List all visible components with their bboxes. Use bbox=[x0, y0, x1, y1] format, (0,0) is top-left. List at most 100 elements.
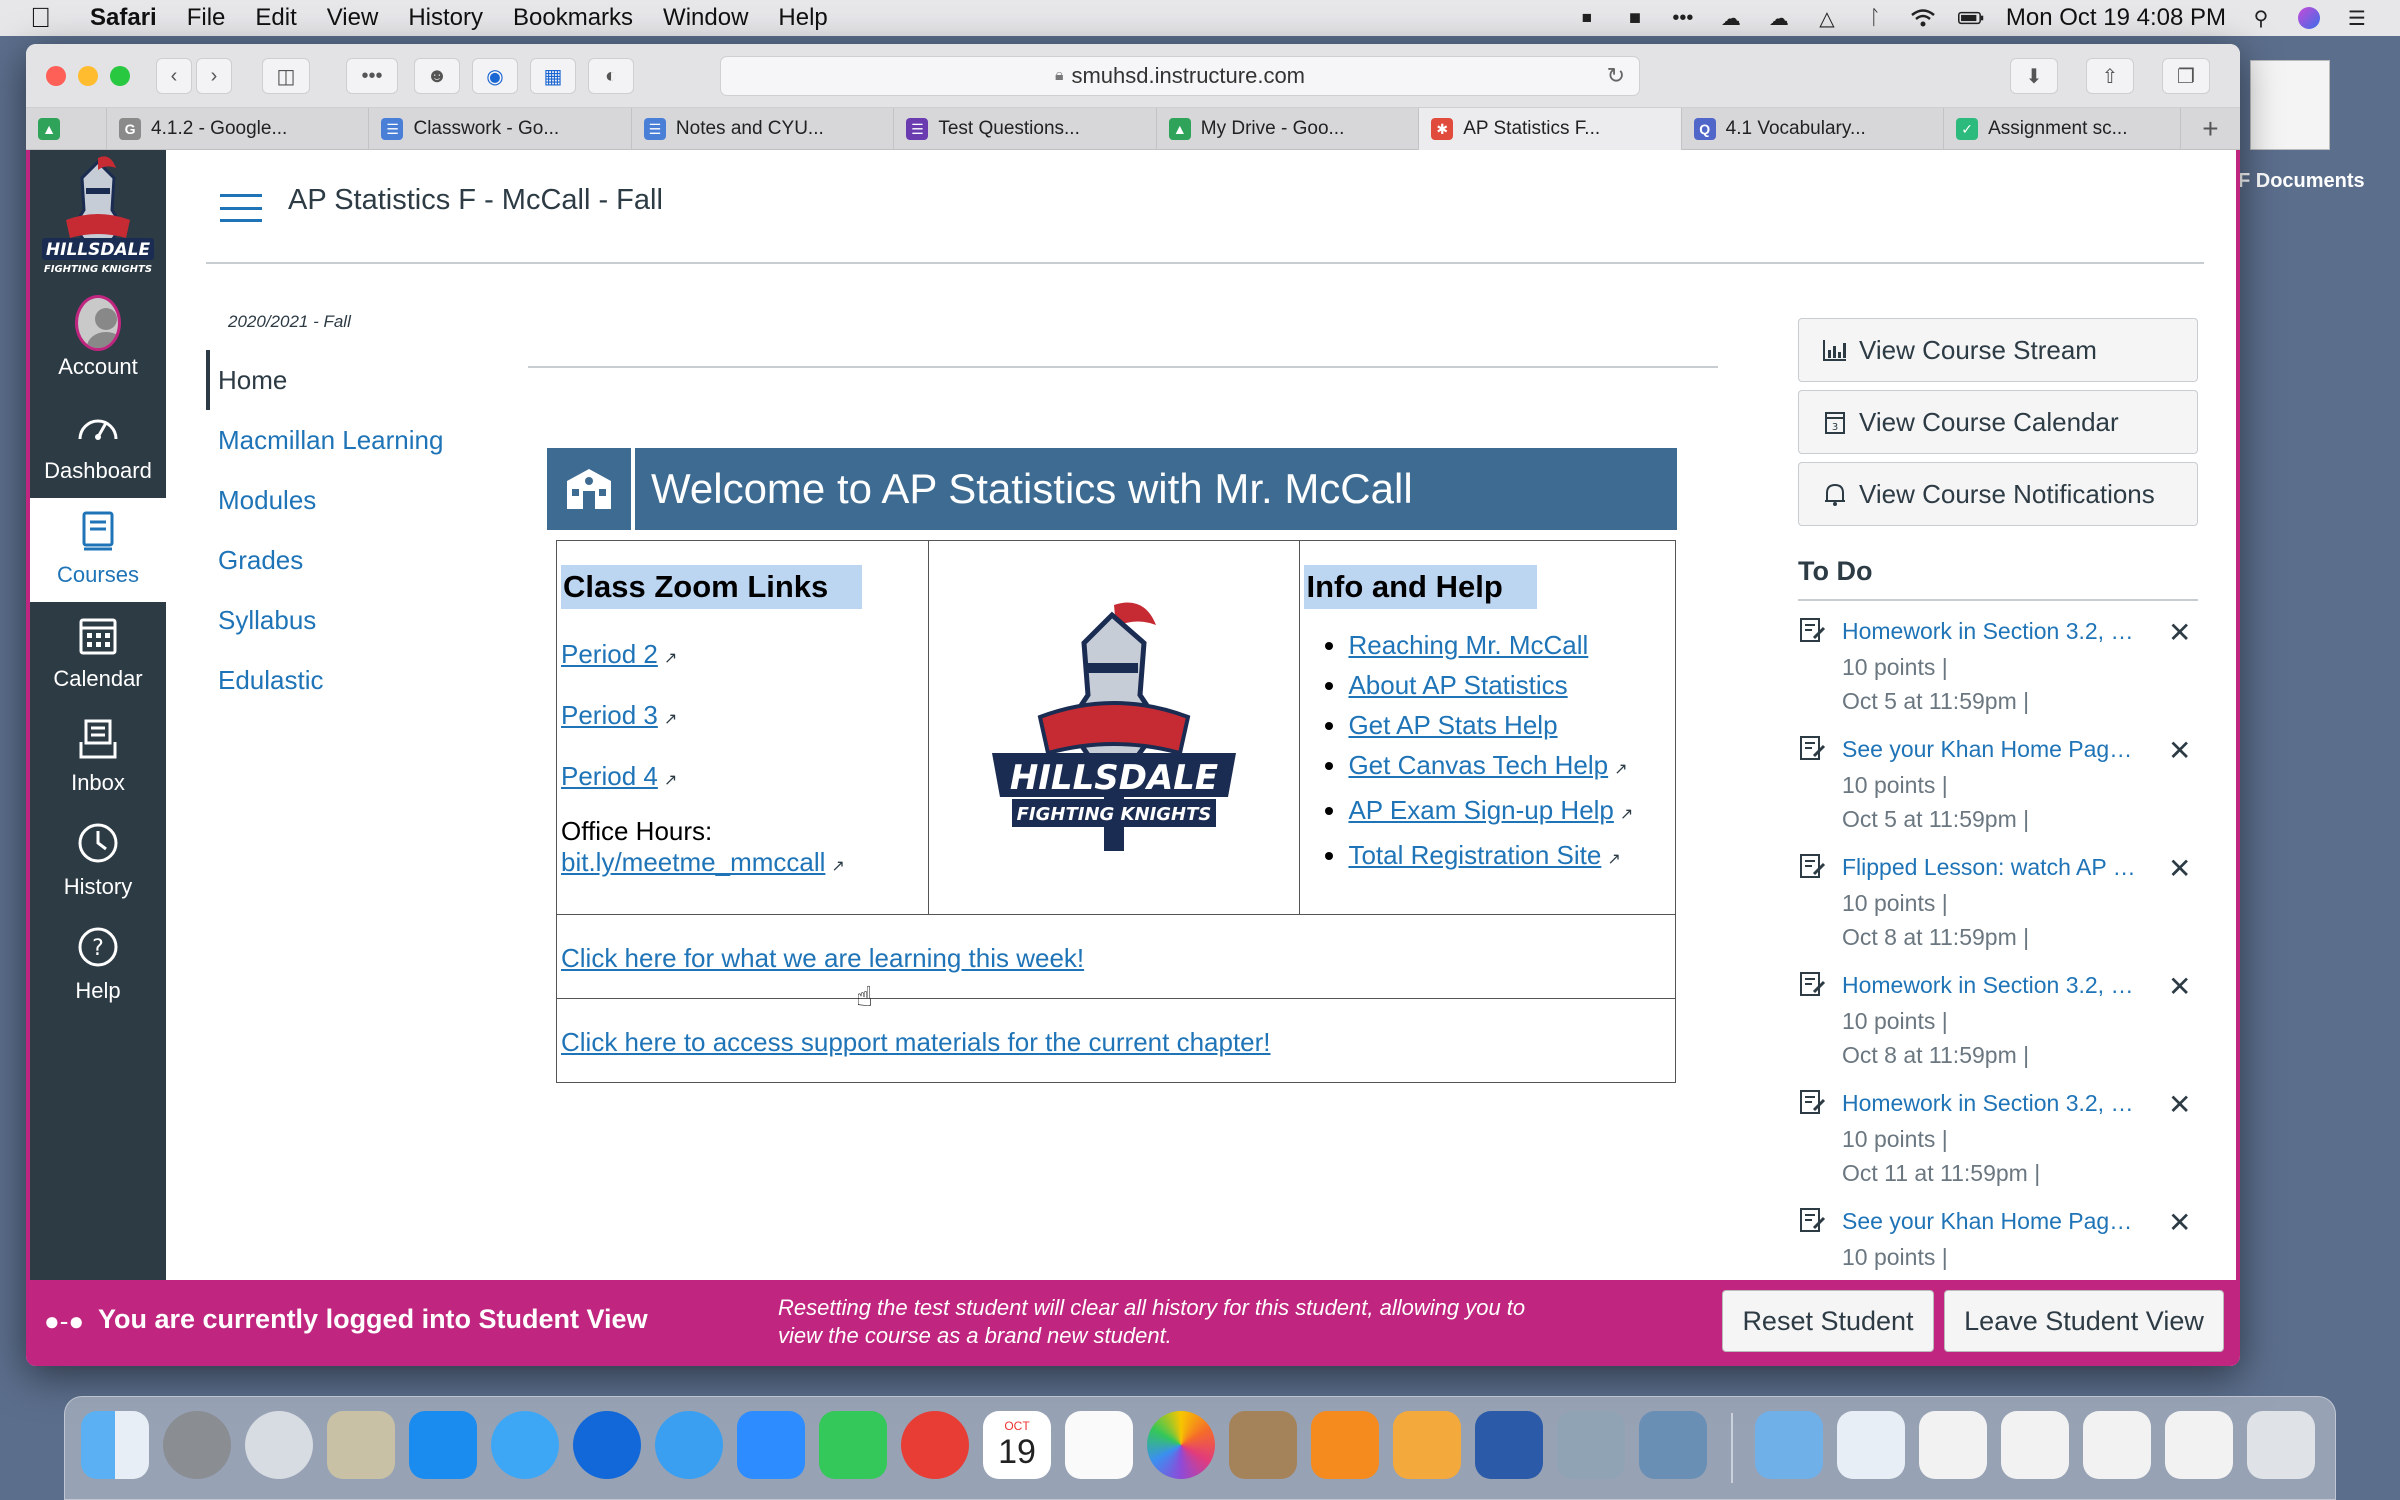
sidebar-toggle-button[interactable]: ◫ bbox=[262, 58, 310, 94]
menu-file[interactable]: File bbox=[187, 4, 226, 32]
preview-icon[interactable] bbox=[1639, 1411, 1707, 1479]
tab-2[interactable]: ☰ Classwork - Go... bbox=[369, 108, 632, 150]
pages-icon[interactable] bbox=[1393, 1411, 1461, 1479]
menu-history[interactable]: History bbox=[408, 4, 483, 32]
learning-this-week-link[interactable]: Click here for what we are learning this… bbox=[561, 915, 1671, 998]
siri-icon[interactable] bbox=[2296, 7, 2322, 29]
view-course-notifications-button[interactable]: View Course Notifications bbox=[1798, 462, 2198, 526]
course-nav-grades[interactable]: Grades bbox=[206, 530, 506, 590]
nav-calendar[interactable]: Calendar bbox=[30, 602, 166, 706]
hillsdale-logo[interactable]: HILLSDALE FIGHTING KNIGHTS bbox=[36, 154, 160, 288]
get-ap-stats-help-link[interactable]: Get AP Stats Help bbox=[1348, 710, 1557, 740]
view-course-calendar-button[interactable]: 3 View Course Calendar bbox=[1798, 390, 2198, 454]
office-hours-link[interactable]: bit.ly/meetme_mmccall ↗ bbox=[561, 847, 845, 877]
system-preferences-icon[interactable] bbox=[163, 1411, 231, 1479]
wifi-icon[interactable] bbox=[1910, 7, 1936, 29]
new-tab-button[interactable]: + bbox=[2181, 108, 2240, 150]
tab-7[interactable]: Q 4.1 Vocabulary... bbox=[1682, 108, 1945, 150]
document-stack-icon[interactable] bbox=[2165, 1411, 2233, 1479]
breadcrumb[interactable]: AP Statistics F - McCall - Fall bbox=[288, 184, 663, 217]
bluetooth-icon[interactable]: ᛚ bbox=[1862, 7, 1888, 29]
document-stack-icon[interactable] bbox=[2083, 1411, 2151, 1479]
finder-icon[interactable] bbox=[81, 1411, 149, 1479]
clock[interactable]: Mon Oct 19 4:08 PM bbox=[2006, 4, 2226, 32]
messages-icon[interactable] bbox=[491, 1411, 559, 1479]
more-icon[interactable]: ••• bbox=[1670, 7, 1696, 29]
todo-title[interactable]: Homework in Section 3.2, p... bbox=[1842, 1090, 2142, 1117]
leave-student-view-button[interactable]: Leave Student View bbox=[1944, 1290, 2224, 1352]
tab-overview-button[interactable]: ❐ bbox=[2162, 58, 2210, 94]
calendar-icon[interactable]: OCT 19 bbox=[983, 1411, 1051, 1479]
navigation-icon[interactable] bbox=[573, 1411, 641, 1479]
battery-icon[interactable] bbox=[1957, 7, 1984, 29]
safari-icon[interactable] bbox=[655, 1411, 723, 1479]
extensions-button[interactable]: ••• bbox=[346, 58, 398, 94]
facetime-icon[interactable] bbox=[819, 1411, 887, 1479]
apple-icon[interactable]:  bbox=[30, 2, 56, 34]
course-nav-syllabus[interactable]: Syllabus bbox=[206, 590, 506, 650]
cloud-icon[interactable]: ☁ bbox=[1718, 7, 1744, 30]
dismiss-icon[interactable]: ✕ bbox=[2168, 852, 2191, 885]
documents-folder-icon[interactable] bbox=[2250, 60, 2330, 150]
todo-title[interactable]: Homework in Section 3.2, p... bbox=[1842, 618, 2142, 645]
todo-title[interactable]: See your Khan Home Page ... bbox=[1842, 1208, 2142, 1235]
back-button[interactable]: ‹ bbox=[156, 58, 192, 94]
menu-bookmarks[interactable]: Bookmarks bbox=[513, 4, 633, 32]
dismiss-icon[interactable]: ✕ bbox=[2168, 1206, 2191, 1239]
nav-inbox[interactable]: Inbox bbox=[30, 706, 166, 810]
airplay-icon[interactable]: △ bbox=[1814, 7, 1840, 30]
reset-student-button[interactable]: Reset Student bbox=[1722, 1290, 1934, 1352]
about-ap-stats-link[interactable]: About AP Statistics bbox=[1348, 670, 1567, 700]
period-4-link[interactable]: Period 4 ↗ bbox=[561, 761, 677, 792]
cloud-upload-icon[interactable]: ☁ bbox=[1766, 7, 1792, 30]
document-stack-icon[interactable] bbox=[1919, 1411, 1987, 1479]
fullscreen-window-button[interactable] bbox=[110, 66, 130, 86]
menu-view[interactable]: View bbox=[327, 4, 379, 32]
forward-button[interactable]: › bbox=[196, 58, 232, 94]
zoom-icon[interactable] bbox=[737, 1411, 805, 1479]
tab-8[interactable]: ✓ Assignment sc... bbox=[1944, 108, 2181, 150]
app-store-icon[interactable] bbox=[409, 1411, 477, 1479]
close-window-button[interactable] bbox=[46, 66, 66, 86]
nav-dashboard[interactable]: Dashboard bbox=[30, 394, 166, 498]
todo-title[interactable]: Homework in Section 3.2, p... bbox=[1842, 972, 2142, 999]
tab-3[interactable]: ☰ Notes and CYU... bbox=[632, 108, 895, 150]
mail-icon[interactable] bbox=[901, 1411, 969, 1479]
period-3-link[interactable]: Period 3 ↗ bbox=[561, 700, 677, 731]
reminders-icon[interactable] bbox=[1065, 1411, 1133, 1479]
tab-5[interactable]: ▲ My Drive - Goo... bbox=[1157, 108, 1420, 150]
reload-icon[interactable]: ↻ bbox=[1607, 63, 1625, 89]
word-icon[interactable] bbox=[1475, 1411, 1543, 1479]
course-nav-modules[interactable]: Modules bbox=[206, 470, 506, 530]
course-nav-home[interactable]: Home bbox=[206, 350, 506, 410]
tab-0[interactable]: ▲ bbox=[26, 108, 108, 150]
course-nav-edulastic[interactable]: Edulastic bbox=[206, 650, 506, 710]
canvas-tech-help-link[interactable]: Get Canvas Tech Help bbox=[1348, 750, 1608, 780]
books-icon[interactable] bbox=[1311, 1411, 1379, 1479]
menu-window[interactable]: Window bbox=[663, 4, 748, 32]
todo-title[interactable]: See your Khan Home Page ... bbox=[1842, 736, 2142, 763]
menu-help[interactable]: Help bbox=[778, 4, 827, 32]
downloads-folder-icon[interactable] bbox=[1755, 1411, 1823, 1479]
period-2-link[interactable]: Period 2 ↗ bbox=[561, 639, 677, 670]
ap-exam-signup-link[interactable]: AP Exam Sign-up Help bbox=[1348, 795, 1613, 825]
total-registration-link[interactable]: Total Registration Site bbox=[1348, 840, 1601, 870]
tab-1[interactable]: G 4.1.2 - Google... bbox=[107, 108, 370, 150]
documents-folder-label[interactable]: F Documents bbox=[2238, 170, 2365, 193]
calculator-icon[interactable] bbox=[327, 1411, 395, 1479]
ghostery-button[interactable]: ☻ bbox=[414, 58, 460, 94]
control-center-icon[interactable]: ☰ bbox=[2344, 7, 2370, 30]
numbers-icon[interactable] bbox=[1557, 1411, 1625, 1479]
zoom-status-icon[interactable]: ■ bbox=[1622, 7, 1648, 29]
tab-4[interactable]: ☰ Test Questions... bbox=[894, 108, 1157, 150]
tab-6-active[interactable]: ✱ AP Statistics F... bbox=[1419, 108, 1682, 150]
menu-app[interactable]: Safari bbox=[90, 4, 157, 32]
document-stack-icon[interactable] bbox=[2001, 1411, 2069, 1479]
contacts-icon[interactable] bbox=[1229, 1411, 1297, 1479]
minimize-window-button[interactable] bbox=[78, 66, 98, 86]
record-icon[interactable]: ⏹ bbox=[1574, 7, 1600, 29]
dismiss-icon[interactable]: ✕ bbox=[2168, 616, 2191, 649]
photos-icon[interactable] bbox=[1147, 1411, 1215, 1479]
nav-account[interactable]: Account bbox=[30, 290, 166, 394]
dismiss-icon[interactable]: ✕ bbox=[2168, 734, 2191, 767]
